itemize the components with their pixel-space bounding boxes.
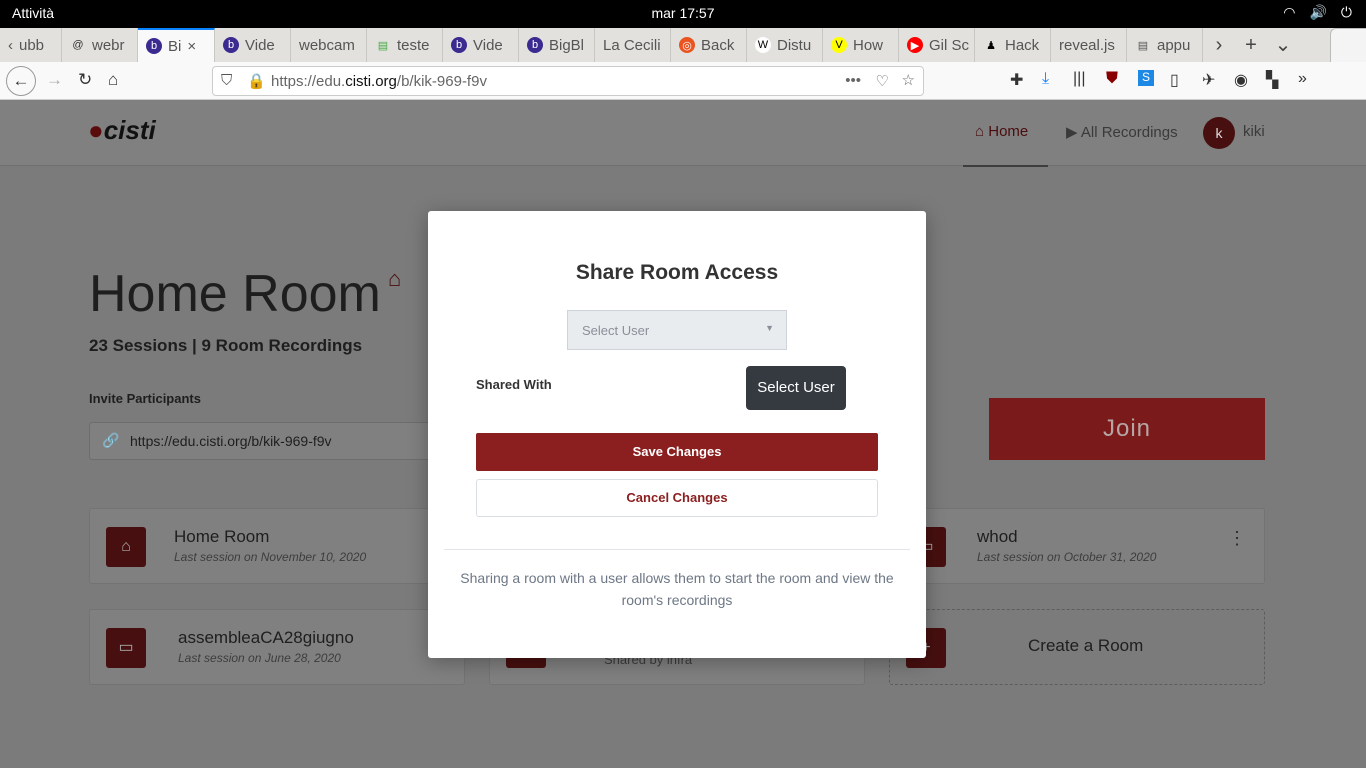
caret-down-icon: ▼: [765, 323, 774, 333]
room-card[interactable]: ▭ whod Last session on October 31, 2020 ⋮: [889, 508, 1265, 584]
tab[interactable]: ▶ Gil Sc: [899, 28, 975, 62]
new-tab-icon[interactable]: +: [1235, 28, 1267, 62]
wifi-icon[interactable]: ◠: [1283, 4, 1295, 21]
youtube-icon: ▶: [907, 37, 923, 53]
avatar[interactable]: k: [1203, 117, 1235, 149]
pocket-icon[interactable]: ♡: [876, 72, 889, 90]
invite-url-field[interactable]: 🔗 https://edu.cisti.org/b/kik-969-f9v: [89, 422, 449, 460]
bookmark-star-icon[interactable]: ☆: [902, 71, 915, 89]
cancel-changes-button[interactable]: Cancel Changes: [476, 479, 878, 517]
s-extension-icon[interactable]: S: [1138, 70, 1154, 86]
wikipedia-icon: W: [755, 37, 771, 53]
tab[interactable]: @ webr: [62, 28, 138, 62]
extension-icon[interactable]: ✈: [1202, 70, 1215, 90]
home-icon[interactable]: ⌂: [108, 70, 118, 90]
tab-bar: ‹ ubb @ webr b Bi × b Vide webcam ▤ teste b Vide b BigB…: [0, 28, 1366, 62]
app-header: ●cisti ⌂ Home ▶ All Recordings k kiki: [0, 100, 1366, 167]
modal-title: Share Room Access: [575, 261, 779, 284]
lock-icon[interactable]: 🔒: [247, 72, 266, 90]
page-title: Home Room: [89, 265, 381, 323]
tab[interactable]: ▤ teste: [367, 28, 443, 62]
url-bar[interactable]: ⛉ 🔒 https://edu.cisti.org/b/kik-969-f9v …: [212, 66, 924, 96]
tab[interactable]: ‹ ubb: [0, 28, 62, 62]
scroll-left-icon[interactable]: ‹: [8, 37, 13, 54]
forward-icon[interactable]: →: [46, 70, 63, 90]
tooltip: Select User: [746, 366, 846, 410]
user-name[interactable]: kiki: [1243, 123, 1265, 140]
tab[interactable]: ♟ Hack: [975, 28, 1051, 62]
tab-list-icon[interactable]: ⌄: [1267, 28, 1299, 62]
room-card[interactable]: ▭ assembleaCA28giugno Last session on June…: [89, 609, 465, 685]
tab[interactable]: b Vide: [443, 28, 519, 62]
bbb-icon: b: [146, 38, 162, 54]
tab[interactable]: ▤ appu: [1127, 28, 1203, 62]
tab[interactable]: webcam: [291, 28, 367, 62]
grid-icon[interactable]: ▚: [1266, 70, 1278, 90]
tab[interactable]: V How: [823, 28, 899, 62]
ubuntu-icon: ◎: [679, 37, 695, 53]
join-button[interactable]: Join: [989, 398, 1265, 460]
library-icon[interactable]: |||: [1073, 70, 1085, 88]
link-icon: 🔗: [102, 432, 120, 448]
sidebar-icon[interactable]: ▯: [1170, 70, 1179, 90]
room-icon: ▭: [106, 628, 146, 668]
modal-note: Sharing a room with a user allows them t…: [460, 570, 894, 608]
volume-icon[interactable]: 🔊: [1309, 4, 1326, 21]
tab[interactable]: La Cecili: [595, 28, 671, 62]
room-stats: 23 Sessions | 9 Room Recordings: [89, 336, 363, 355]
invite-label: Invite Participants: [89, 391, 201, 406]
home-icon: ⌂: [106, 527, 146, 567]
clock[interactable]: mar 17:57: [0, 5, 1366, 21]
bbb-icon: b: [223, 37, 239, 53]
shared-with-label: Shared With: [476, 377, 552, 392]
select-user-dropdown[interactable]: Select User ▼: [567, 310, 787, 350]
v-icon: V: [831, 37, 847, 53]
divider: [444, 549, 910, 550]
kebab-menu-icon[interactable]: ⋮: [1228, 529, 1246, 547]
extensions-icon[interactable]: ✚: [1010, 70, 1023, 90]
tab[interactable]: b Vide: [215, 28, 291, 62]
tab[interactable]: ◎ Back: [671, 28, 747, 62]
nav-home[interactable]: ⌂ Home: [962, 123, 1049, 167]
more-icon[interactable]: •••: [845, 72, 861, 89]
save-changes-button[interactable]: Save Changes: [476, 433, 878, 471]
power-icon[interactable]: ⏻: [1341, 4, 1352, 21]
share-room-modal: Share Room Access Select User ▼ Shared Wi…: [428, 211, 926, 658]
overflow-icon[interactable]: »: [1298, 70, 1307, 88]
room-card[interactable]: ⌂ Home Room Last session on November 10, 2…: [89, 508, 465, 584]
reload-icon[interactable]: ↻: [78, 70, 92, 90]
system-topbar: Attività mar 17:57 ◠ 🔊 ⏻: [0, 0, 1366, 28]
close-tab-icon[interactable]: ×: [187, 38, 196, 55]
tab[interactable]: b Bi ×: [138, 28, 215, 62]
shield-icon[interactable]: ⛉: [221, 72, 232, 89]
nav-all-recordings[interactable]: ▶ All Recordings: [1066, 123, 1178, 141]
back-icon[interactable]: ←: [6, 66, 36, 96]
tab[interactable]: reveal.js: [1051, 28, 1127, 62]
scroll-right-icon[interactable]: ›: [1203, 28, 1235, 62]
hacker-icon: ♟: [986, 39, 996, 52]
at-icon: @: [72, 39, 84, 51]
create-room-card[interactable]: + Create a Room: [889, 609, 1265, 685]
logo[interactable]: ●cisti: [88, 115, 156, 146]
bbb-icon: b: [451, 37, 467, 53]
account-icon[interactable]: ◉: [1234, 70, 1248, 90]
ublock-icon[interactable]: ⛊: [1106, 70, 1118, 88]
notes-icon: ▤: [377, 39, 389, 52]
download-icon[interactable]: ⤓: [1042, 70, 1049, 88]
home-icon: ⌂: [388, 266, 402, 291]
bbb-icon: b: [527, 37, 543, 53]
nav-bar: ← → ↻ ⌂ ⛉ 🔒 https://edu.cisti.org/b/kik-…: [0, 62, 1366, 100]
tab[interactable]: b BigBl: [519, 28, 595, 62]
tab[interactable]: W Distu: [747, 28, 823, 62]
clipboard-icon: ▤: [1137, 39, 1149, 52]
